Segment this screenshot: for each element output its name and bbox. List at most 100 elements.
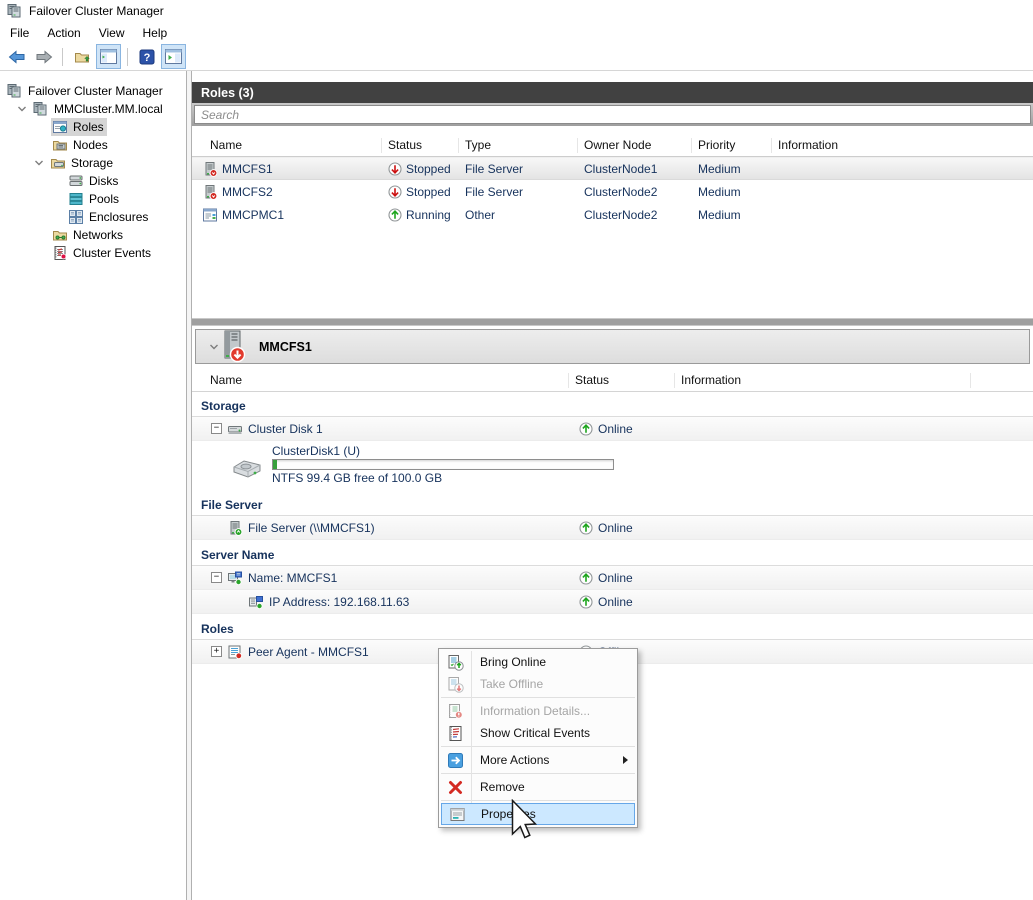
status-stopped-icon [388, 185, 402, 199]
context-menu-item-take-offline[interactable]: Take Offline [439, 673, 637, 695]
tree-expander-icon[interactable] [31, 157, 49, 169]
detail-row-name: Cluster Disk 1 [248, 422, 323, 436]
tree-item-cluster-events[interactable]: Cluster Events [0, 244, 186, 262]
role-status: Running [406, 208, 451, 222]
column-header-information[interactable]: Information [772, 138, 1033, 153]
menu-help[interactable]: Help [134, 23, 177, 43]
collapse-chevron-icon[interactable] [208, 341, 220, 353]
file-server-role-icon [202, 161, 218, 177]
role-row-mmcpmc1[interactable]: MMCPMC1RunningOtherClusterNode2Medium [192, 203, 1033, 226]
tree-item-nodes[interactable]: Nodes [0, 136, 186, 154]
menu-action[interactable]: Action [38, 23, 89, 43]
tree-item-storage[interactable]: Storage [0, 154, 186, 172]
show-console-tree-icon[interactable] [96, 44, 121, 69]
column-header-type[interactable]: Type [459, 138, 578, 153]
menu-file[interactable]: File [1, 23, 38, 43]
detail-row-file-server-mmcfs1[interactable]: File Server (\\MMCFS1)Online [192, 516, 1033, 540]
tree-item-failover-cluster-manager[interactable]: Failover Cluster Manager [0, 82, 186, 100]
context-menu-item-properties[interactable]: Properties [441, 803, 635, 825]
roles-table-body: MMCFS1StoppedFile ServerClusterNode1Medi… [192, 157, 1033, 226]
disk-volume-label: ClusterDisk1 (U) [272, 444, 1033, 459]
tree-item-enclosures[interactable]: Enclosures [0, 208, 186, 226]
details-header[interactable]: MMCFS1 [195, 329, 1030, 364]
show-action-pane-icon[interactable] [161, 44, 186, 69]
toolbar-separator [62, 48, 63, 66]
disk-usage-text: NTFS 99.4 GB free of 100.0 GB [272, 471, 1033, 486]
role-row-mmcfs2[interactable]: MMCFS2StoppedFile ServerClusterNode2Medi… [192, 180, 1033, 203]
information-details-icon [439, 703, 471, 720]
console-tree: Failover Cluster Manager MMCluster.MM.loc… [0, 71, 186, 900]
search-strip [192, 103, 1033, 126]
role-row-mmcfs1[interactable]: MMCFS1StoppedFile ServerClusterNode1Medi… [192, 157, 1033, 180]
section-heading-file-server: File Server [192, 496, 1033, 516]
tree-item-roles[interactable]: Roles [0, 118, 186, 136]
expand-box-icon[interactable]: + [211, 646, 222, 657]
tree-item-label: Enclosures [89, 210, 148, 224]
file-server-role-icon [202, 184, 218, 200]
tree-item-mmcluster-mm-local[interactable]: MMCluster.MM.local [0, 100, 186, 118]
detail-row-cluster-disk-1[interactable]: − Cluster Disk 1 Online [192, 417, 1033, 441]
server-offline-big-icon [220, 330, 247, 363]
tree-expander-icon[interactable] [14, 103, 32, 115]
collapse-box-icon[interactable]: − [211, 572, 222, 583]
role-priority: Medium [692, 180, 772, 203]
horizontal-splitter[interactable] [192, 318, 1033, 326]
details-column-header-status[interactable]: Status [569, 373, 675, 388]
details-column-header-name[interactable]: Name [192, 373, 569, 388]
file-server-online-icon [227, 520, 243, 536]
section-heading-server-name: Server Name [192, 546, 1033, 566]
role-status: Stopped [406, 185, 451, 199]
help-icon[interactable]: ? [134, 44, 159, 69]
collapse-box-icon[interactable]: − [211, 423, 222, 434]
forward-arrow-icon[interactable] [31, 44, 56, 69]
app-icon [7, 3, 23, 19]
tree-item-label: Nodes [73, 138, 108, 152]
role-status: Stopped [406, 162, 451, 176]
role-name: MMCPMC1 [222, 208, 284, 222]
details-column-header-information[interactable]: Information [675, 373, 971, 388]
context-menu-item-information-details[interactable]: Information Details... [439, 700, 637, 722]
context-menu-item-label: Information Details... [471, 704, 590, 718]
tree-item-pools[interactable]: Pools [0, 190, 186, 208]
bring-online-icon [439, 654, 471, 671]
context-menu-item-more-actions[interactable]: More Actions [439, 749, 637, 771]
tree-item-label: Pools [89, 192, 119, 206]
detail-row-name: Name: MMCFS1 [248, 571, 337, 585]
detail-row-status: Online [598, 422, 633, 436]
back-arrow-icon[interactable] [4, 44, 29, 69]
pools-icon [68, 191, 84, 207]
tree-item-label: Networks [73, 228, 123, 242]
up-one-level-folder-icon[interactable] [69, 44, 94, 69]
tree-item-label: Storage [71, 156, 113, 170]
status-online-icon [579, 521, 593, 535]
context-menu-item-show-critical-events[interactable]: Show Critical Events [439, 722, 637, 744]
context-menu-item-remove[interactable]: Remove [439, 776, 637, 798]
toolbar-separator [127, 48, 128, 66]
column-header-name[interactable]: Name [192, 138, 382, 153]
nodes-icon [52, 137, 68, 153]
toolbar: ? [0, 43, 1033, 71]
cluster-events-icon [52, 245, 68, 261]
context-menu-item-bring-online[interactable]: Bring Online [439, 651, 637, 673]
tree-item-networks[interactable]: Networks [0, 226, 186, 244]
search-input[interactable] [194, 105, 1031, 124]
tree-item-disks[interactable]: Disks [0, 172, 186, 190]
take-offline-icon [439, 676, 471, 693]
cluster-manager-icon [7, 83, 23, 99]
more-actions-icon [439, 752, 471, 769]
details-sections: Storage−Cluster Disk 1OnlineClusterDisk1… [192, 391, 1033, 664]
column-header-priority[interactable]: Priority [692, 138, 772, 153]
detail-row-status: Online [598, 521, 633, 535]
cluster-icon [33, 101, 49, 117]
roles-pane-header: Roles (3) [192, 82, 1033, 103]
column-header-owner-node[interactable]: Owner Node [578, 138, 692, 153]
disk-usage-fill [273, 460, 277, 469]
menu-view[interactable]: View [90, 23, 134, 43]
role-type: File Server [459, 180, 578, 203]
tree-item-label: Failover Cluster Manager [28, 84, 163, 98]
detail-row-name-mmcfs1[interactable]: −Name: MMCFS1Online [192, 566, 1033, 590]
detail-row-ip-address-192-168-11-63[interactable]: IP Address: 192.168.11.63Online [192, 590, 1033, 614]
physical-disk-icon [230, 457, 264, 481]
column-header-status[interactable]: Status [382, 138, 459, 153]
title-bar: Failover Cluster Manager [0, 0, 1033, 22]
